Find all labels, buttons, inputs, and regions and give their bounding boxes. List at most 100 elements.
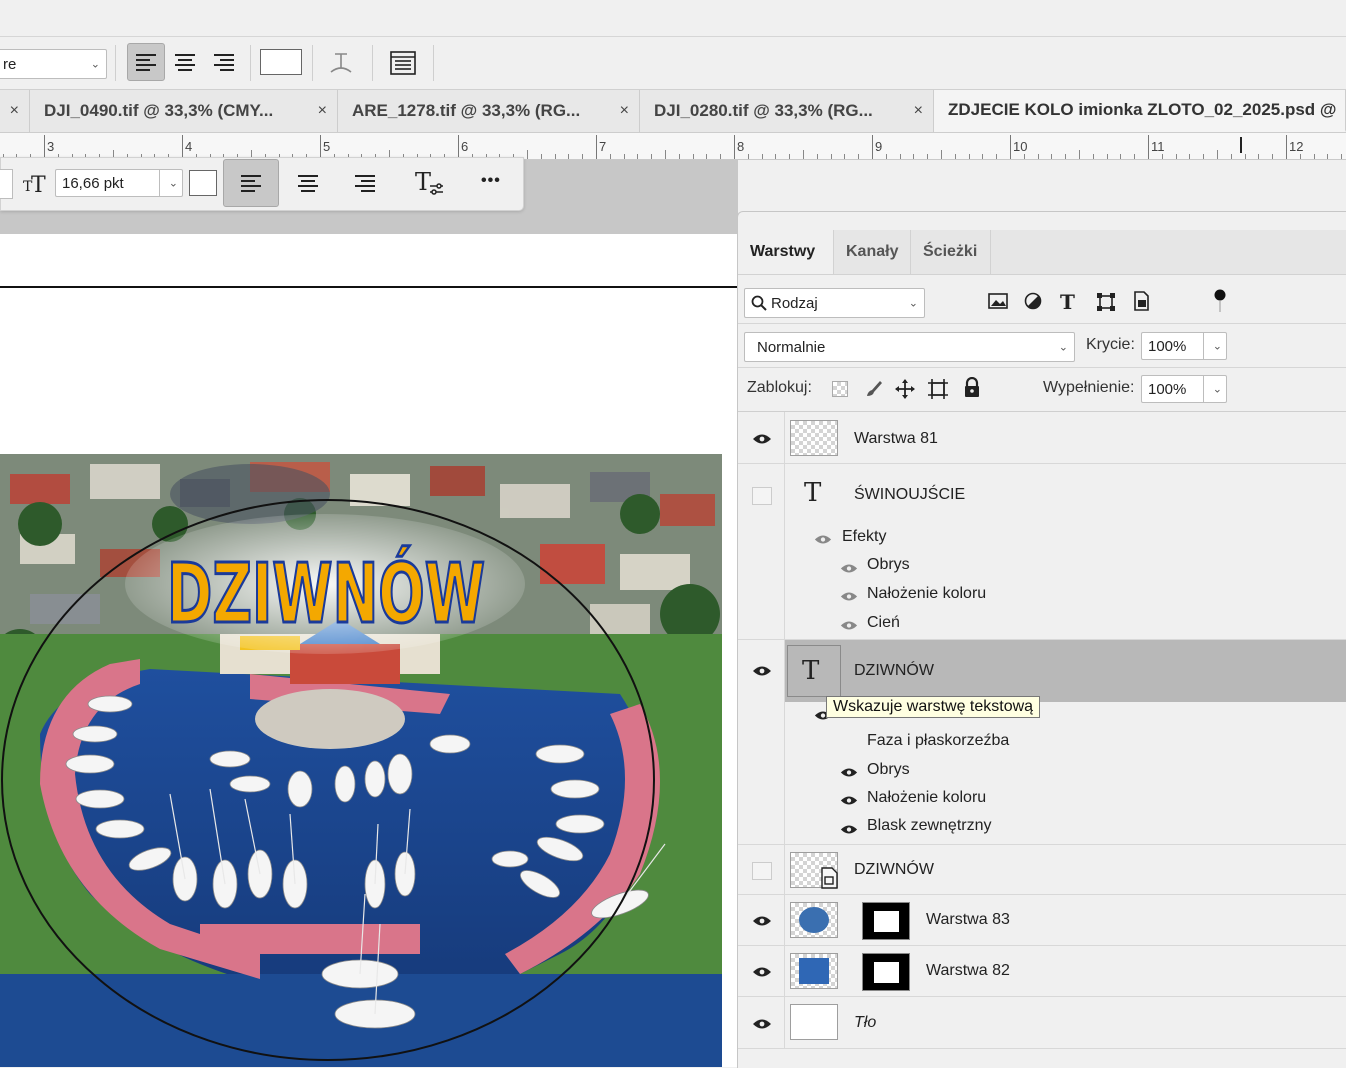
effect-visibility-icon[interactable]	[840, 563, 858, 574]
align-right-button[interactable]	[205, 43, 243, 81]
visibility-eye-icon[interactable]	[752, 915, 772, 927]
ruler-minor-tick	[885, 154, 887, 159]
chevron-down-icon: ⌄	[1058, 341, 1068, 354]
effect-visibility-icon[interactable]	[840, 620, 858, 631]
chevron-down-icon: ⌄	[90, 58, 100, 71]
close-icon[interactable]: ×	[10, 102, 19, 120]
effect-visibility-icon[interactable]	[840, 824, 858, 835]
text-options-button[interactable]: T	[408, 163, 452, 203]
ruler-minor-tick	[651, 154, 653, 159]
ctx-align-left-button[interactable]	[223, 159, 279, 207]
ruler-minor-tick	[1189, 154, 1191, 159]
ruler-major-tick	[44, 135, 45, 159]
guide-line	[0, 286, 738, 288]
filter-adjustment-layers-icon[interactable]	[1024, 292, 1044, 312]
align-left-icon	[241, 175, 261, 192]
filter-shape-layers-icon[interactable]	[1096, 292, 1116, 312]
font-style-select[interactable]: re ⌄	[0, 49, 107, 79]
tab-zdjecie-kolo[interactable]: ZDJECIE KOLO imionka ZLOTO_02_2025.psd @	[934, 90, 1346, 132]
lock-image-pixels-icon[interactable]	[864, 378, 884, 398]
divider	[433, 45, 434, 81]
svg-text:T: T	[415, 169, 431, 196]
filter-toggle-switch[interactable]	[1214, 289, 1226, 312]
tab-hidden[interactable]: ×	[0, 90, 30, 132]
opacity-label: Krycie:	[1086, 336, 1135, 353]
layer-swinoujscie[interactable]: T ŚWINOUJŚCIE Efekty Obrys Nałożenie kol…	[738, 464, 1346, 640]
align-center-icon	[298, 175, 318, 192]
more-options-button[interactable]: •••	[481, 172, 501, 190]
fill-input[interactable]: 100% ⌄	[1141, 375, 1227, 403]
align-right-icon	[214, 54, 234, 71]
ruler-minor-tick	[816, 154, 818, 159]
tab-dji-0490[interactable]: DJI_0490.tif @ 33,3% (CMY... ×	[30, 90, 338, 132]
chevron-down-icon[interactable]: ⌄	[1213, 383, 1222, 396]
document-tabs: × DJI_0490.tif @ 33,3% (CMY... × ARE_127…	[0, 90, 1346, 133]
layer-dziwnow-smart-object[interactable]: DZIWNÓW	[738, 845, 1346, 895]
tooltip: Wskazuje warstwę tekstową	[826, 696, 1041, 718]
chevron-down-icon: ⌄	[168, 177, 178, 190]
tab-are-1278[interactable]: ARE_1278.tif @ 33,3% (RG... ×	[338, 90, 640, 132]
ruler-minor-tick	[1051, 154, 1053, 159]
ruler-major-tick	[596, 135, 597, 159]
ruler-minor-tick	[844, 154, 846, 159]
visibility-eye-icon[interactable]	[752, 665, 772, 677]
layer-warstwa-81[interactable]: Warstwa 81	[738, 412, 1346, 464]
layer-background[interactable]: Tło	[738, 997, 1346, 1049]
visibility-toggle-empty[interactable]	[752, 487, 772, 505]
close-icon[interactable]: ×	[318, 102, 327, 120]
lock-transparent-pixels-icon[interactable]	[832, 381, 848, 397]
layer-dziwnow-text[interactable]: T DZIWNÓW Faza i płaskorzeźba Obrys Nało…	[738, 640, 1346, 845]
effect-color-overlay: Nałożenie koloru	[867, 585, 987, 602]
visibility-eye-icon[interactable]	[752, 1018, 772, 1030]
effect-visibility-icon[interactable]	[840, 795, 858, 806]
tab-kanaly[interactable]: Kanały	[834, 230, 911, 274]
visibility-toggle-empty[interactable]	[752, 862, 772, 880]
ruler-minor-tick	[954, 154, 956, 159]
align-left-button[interactable]	[127, 43, 165, 81]
effect-visibility-icon[interactable]	[840, 767, 858, 778]
lock-artboard-icon[interactable]	[927, 378, 949, 400]
font-size-select[interactable]: 16,66 pkt ⌄	[55, 169, 183, 197]
effects-visibility-icon[interactable]	[814, 534, 832, 545]
text-color-swatch[interactable]	[189, 170, 217, 196]
effect-visibility-icon[interactable]	[840, 591, 858, 602]
text-color-swatch[interactable]	[260, 49, 302, 75]
chevron-down-icon[interactable]: ⌄	[1213, 340, 1222, 353]
layer-mask-thumbnail[interactable]	[862, 902, 910, 940]
visibility-eye-icon[interactable]	[752, 433, 772, 445]
filter-smart-objects-icon[interactable]	[1132, 291, 1152, 311]
canvas-photo[interactable]: DZIWNÓW	[0, 454, 722, 1067]
tab-dji-0280[interactable]: DJI_0280.tif @ 33,3% (RG... ×	[640, 90, 934, 132]
layer-warstwa-82[interactable]: Warstwa 82	[738, 946, 1346, 997]
chevron-down-icon: ⌄	[908, 297, 918, 310]
layers-panel: Warstwy Kanały Ścieżki Rodzaj ⌄ T Normal…	[737, 211, 1346, 1068]
close-icon[interactable]: ×	[914, 102, 923, 120]
opacity-input[interactable]: 100% ⌄	[1141, 332, 1227, 360]
lock-all-icon[interactable]	[963, 376, 981, 399]
tab-warstwy[interactable]: Warstwy	[738, 230, 834, 274]
layer-mask-thumbnail[interactable]	[862, 953, 910, 991]
filter-pixel-layers-icon[interactable]	[988, 292, 1008, 312]
tab-sciezki[interactable]: Ścieżki	[911, 230, 991, 274]
ruler-minor-tick	[678, 154, 680, 159]
layer-warstwa-83[interactable]: Warstwa 83	[738, 895, 1346, 946]
close-icon[interactable]: ×	[620, 102, 629, 120]
lock-position-icon[interactable]	[894, 378, 916, 400]
ruler-minor-tick	[1023, 154, 1025, 159]
ruler-minor-tick	[747, 154, 749, 159]
ctx-align-right-button[interactable]	[342, 159, 388, 207]
character-panel-button[interactable]	[384, 45, 422, 81]
ruler-minor-tick	[1120, 154, 1122, 159]
warp-text-button[interactable]	[322, 45, 360, 81]
filter-type-layers-icon[interactable]: T	[1060, 290, 1080, 314]
horizontal-ruler[interactable]: 3 4 5 6 7 8 9 10 11 12	[0, 133, 1346, 160]
layer-filter-select[interactable]: Rodzaj ⌄	[744, 288, 925, 318]
font-family-select[interactable]	[0, 169, 13, 199]
ruler-major-tick	[320, 135, 321, 159]
align-center-button[interactable]	[166, 43, 204, 81]
blend-mode-select[interactable]: Normalnie ⌄	[744, 332, 1075, 362]
ruler-major-tick	[458, 135, 459, 159]
visibility-eye-icon[interactable]	[752, 966, 772, 978]
ruler-minor-tick	[1299, 154, 1301, 159]
ctx-align-center-button[interactable]	[285, 159, 331, 207]
